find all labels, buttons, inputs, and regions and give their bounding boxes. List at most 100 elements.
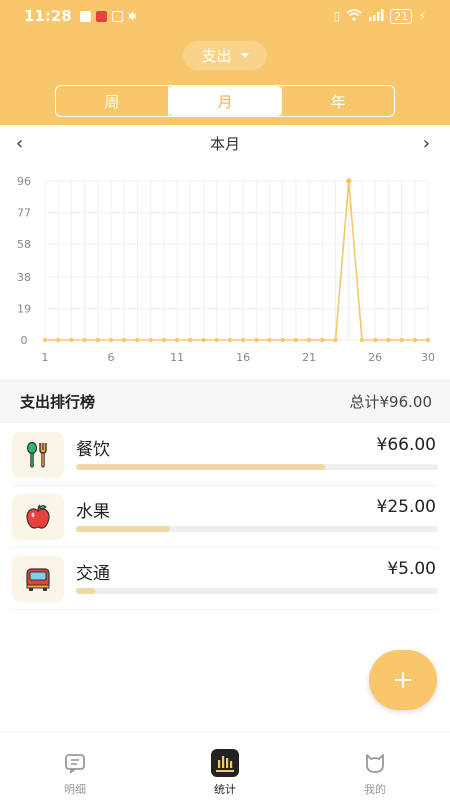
ranking-header: 支出排行榜 总计¥96.00 (0, 379, 450, 423)
data-point (95, 337, 101, 343)
data-point (42, 337, 48, 343)
data-point (122, 337, 127, 343)
data-point (345, 178, 352, 184)
type-select[interactable]: 支出 (183, 41, 267, 70)
ranking-item-transport[interactable]: 交通 ¥5.00 (0, 548, 450, 610)
add-record-button[interactable] (369, 650, 437, 710)
vibrate-icon: ▯ (333, 9, 341, 23)
data-point (425, 337, 431, 343)
chart-icon (211, 749, 239, 777)
y-tick-label: 58 (17, 238, 31, 251)
ranking-bar-track (76, 588, 438, 594)
data-point (412, 337, 417, 343)
data-point (201, 337, 206, 343)
apple-icon (12, 494, 64, 540)
tab-year[interactable]: 年 (282, 86, 394, 116)
data-point (386, 337, 391, 343)
bottom-tab-bar: 明细 统计 我的 (0, 731, 450, 800)
x-tick-label: 6 (108, 351, 115, 364)
bus-icon (12, 556, 64, 602)
y-tick-label: 77 (17, 206, 31, 219)
x-tick-label: 16 (236, 351, 250, 364)
x-tick-label: 11 (170, 351, 184, 364)
app-notification-icon (95, 10, 107, 22)
ranking-item-name: 水果 (76, 502, 110, 522)
nfc-icon (111, 10, 123, 22)
y-tick-label: 19 (17, 303, 31, 316)
divider (12, 609, 438, 610)
data-point (399, 337, 404, 343)
expense-line-chart: 019385877961 6 11 16 21 26 30 (17, 175, 435, 364)
status-time: 11:28 (24, 7, 72, 25)
data-point (359, 337, 365, 343)
data-point (280, 337, 285, 343)
ranking-title: 支出排行榜 (20, 392, 96, 411)
chevron-right-icon[interactable]: › (423, 133, 430, 154)
plus-icon (395, 672, 411, 688)
data-point (320, 337, 325, 343)
period-segment: 周 月 年 (55, 85, 395, 117)
charging-icon: ⚡ (418, 9, 426, 23)
notification-icons: ✱ (79, 9, 137, 23)
tab-label: 明细 (64, 783, 86, 796)
data-point (56, 337, 61, 343)
ranking-total: 总计¥96.00 (349, 392, 433, 411)
y-tick-label: 96 (17, 175, 31, 188)
data-point (240, 337, 246, 343)
tab-week[interactable]: 周 (56, 86, 168, 116)
tab-label: 我的 (364, 783, 386, 796)
ranking-item-amount: ¥5.00 (387, 559, 436, 579)
y-tick-label: 0 (21, 334, 28, 347)
ranking-bar-fill (76, 588, 95, 594)
data-point (148, 337, 153, 343)
data-point (82, 337, 87, 343)
cat-icon (361, 749, 389, 777)
data-point (306, 337, 312, 343)
data-point (188, 337, 193, 343)
calendar-notification-icon (79, 10, 91, 22)
header: 11:28 ✱ ▯ 21 ⚡ 支出 周 月 年 (0, 0, 450, 125)
ranking-item-dining[interactable]: 餐饮 ¥66.00 (0, 424, 450, 486)
data-point (214, 337, 219, 343)
type-select-label: 支出 (201, 47, 232, 65)
x-tick-label: 1 (42, 351, 49, 364)
period-label: 本月 (209, 134, 240, 153)
ranking-bar-track (76, 464, 438, 470)
battery-indicator: 21 (390, 8, 413, 24)
ranking-bar-track (76, 526, 438, 532)
data-point (108, 337, 114, 343)
ranking-item-name: 交通 (76, 564, 110, 584)
ranking-item-name: 餐饮 (76, 440, 110, 460)
data-point (161, 337, 167, 343)
ranking-bar-fill (76, 464, 325, 470)
data-point (293, 337, 299, 343)
data-point (69, 337, 74, 343)
list-icon (61, 749, 89, 777)
wifi-icon (346, 8, 362, 24)
x-tick-label: 26 (368, 351, 382, 364)
y-tick-label: 38 (17, 271, 31, 284)
status-bar: 11:28 ✱ ▯ 21 ⚡ (0, 0, 450, 32)
status-right: ▯ 21 ⚡ (333, 8, 426, 24)
data-point (227, 337, 233, 343)
signal-icon (368, 8, 384, 24)
data-point (254, 337, 259, 343)
period-navigator: ‹ 本月 › (0, 125, 450, 161)
fork-spoon-icon (12, 432, 64, 478)
tab-month[interactable]: 月 (169, 86, 281, 116)
ranking-bar-fill (76, 526, 171, 532)
chevron-left-icon[interactable]: ‹ (16, 133, 23, 154)
ranking-item-amount: ¥25.00 (376, 497, 436, 517)
tab-details[interactable]: 明细 (0, 732, 150, 800)
series-line (45, 180, 428, 341)
tab-statistics[interactable]: 统计 (150, 732, 300, 800)
caret-down-icon (240, 53, 249, 58)
tab-profile[interactable]: 我的 (300, 732, 450, 800)
x-tick-label: 30 (421, 351, 435, 364)
x-tick-label: 21 (302, 351, 316, 364)
data-point (267, 337, 272, 343)
data-point (135, 337, 140, 343)
ranking-item-fruit[interactable]: 水果 ¥25.00 (0, 486, 450, 548)
bluetooth-icon: ✱ (127, 9, 137, 23)
tab-label: 统计 (214, 783, 236, 796)
